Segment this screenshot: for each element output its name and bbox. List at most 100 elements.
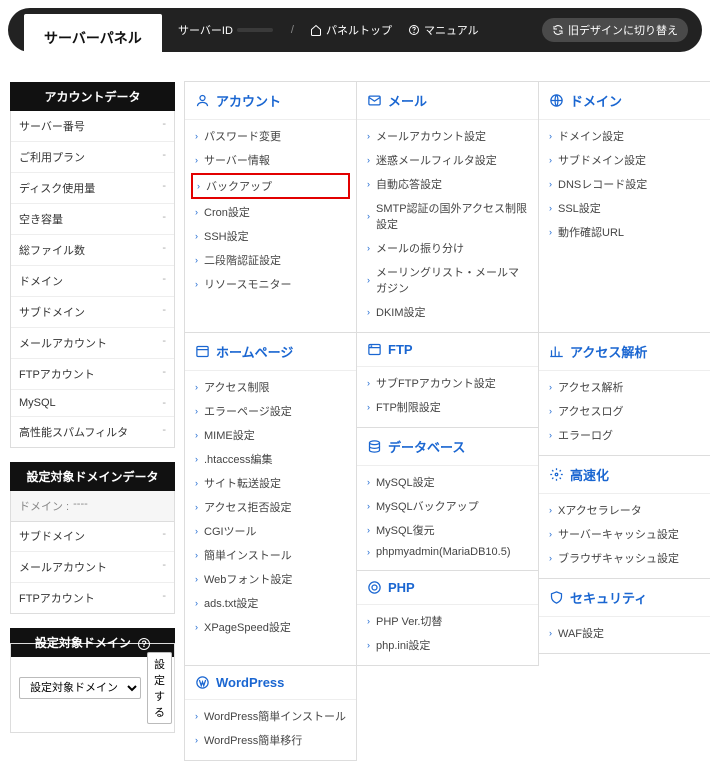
menu-item[interactable]: ›アクセス拒否設定 xyxy=(185,495,356,519)
sidebar-item[interactable]: ディスク使用量- xyxy=(11,172,174,203)
menu-item[interactable]: ›簡単インストール xyxy=(185,543,356,567)
menu-item[interactable]: ›リソースモニター xyxy=(185,272,356,296)
menu-item-label: バックアップ xyxy=(206,178,272,194)
chevron-right-icon: › xyxy=(367,477,370,487)
sidebar-item[interactable]: FTPアカウント- xyxy=(11,358,174,389)
menu-item[interactable]: ›ブラウザキャッシュ設定 xyxy=(539,546,710,570)
sidebar-target-action: 設定対象ドメイン 設定する xyxy=(10,643,175,733)
menu-item[interactable]: ›ads.txt設定 xyxy=(185,591,356,615)
sidebar-item[interactable]: サブドメイン- xyxy=(11,296,174,327)
menu-item[interactable]: ›MySQL復元 xyxy=(357,518,538,542)
menu-item[interactable]: ›Cron設定 xyxy=(185,200,356,224)
manual-link[interactable]: マニュアル xyxy=(408,22,479,38)
menu-item[interactable]: ›XPageSpeed設定 xyxy=(185,615,356,639)
menu-item[interactable]: › アクセスログ xyxy=(539,399,710,423)
menu-item[interactable]: ›迷惑メールフィルタ設定 xyxy=(357,148,538,172)
menu-item-label: アクセス拒否設定 xyxy=(204,499,291,515)
menu-item[interactable]: › ドメイン設定 xyxy=(539,124,710,148)
card-header-speed: 高速化 xyxy=(539,456,710,494)
menu-item[interactable]: ›メールの振り分け xyxy=(357,236,538,260)
menu-item[interactable]: ›DNSレコード設定 xyxy=(539,172,710,196)
menu-item-label: Cron設定 xyxy=(204,204,250,220)
card-title: PHP xyxy=(388,580,415,595)
panel-top-link[interactable]: パネルトップ xyxy=(310,22,392,38)
menu-item[interactable]: ›サブFTPアカウント設定 xyxy=(357,371,538,395)
menu-item[interactable]: ›FTP制限設定 xyxy=(357,395,538,419)
menu-item[interactable]: ›WordPress簡単インストール xyxy=(185,704,356,728)
menu-item-label: SSH設定 xyxy=(204,228,249,244)
menu-item-label: MIME設定 xyxy=(204,427,255,443)
sidebar-item[interactable]: サブドメイン- xyxy=(11,521,174,551)
chart-icon xyxy=(549,344,564,359)
server-id-label: サーバーID xyxy=(178,22,233,38)
menu-item[interactable]: ›PHP Ver.切替 xyxy=(357,609,538,633)
chevron-right-icon: › xyxy=(195,711,198,721)
menu-item-label: パスワード変更 xyxy=(204,128,281,144)
menu-item[interactable]: ›パスワード変更 xyxy=(185,124,356,148)
chevron-right-icon: › xyxy=(195,430,198,440)
card-title: ドメイン xyxy=(570,91,622,110)
menu-item[interactable]: ›WordPress簡単移行 xyxy=(185,728,356,752)
menu-item[interactable]: ›メールアカウント設定 xyxy=(357,124,538,148)
sidebar-item[interactable]: MySQL- xyxy=(11,389,174,416)
sidebar-item[interactable]: FTPアカウント- xyxy=(11,582,174,613)
sidebar-item[interactable]: 空き容量- xyxy=(11,203,174,234)
card-header-ftp: FTP xyxy=(357,333,538,367)
menu-item[interactable]: ›MySQLバックアップ xyxy=(357,494,538,518)
chevron-right-icon: › xyxy=(549,406,552,416)
menu-item-label: アクセスログ xyxy=(558,403,623,419)
sidebar-item[interactable]: ドメイン- xyxy=(11,265,174,296)
sidebar-item[interactable]: メールアカウント- xyxy=(11,551,174,582)
menu-item-label: phpmyadmin(MariaDB10.5) xyxy=(376,546,511,558)
menu-item[interactable]: ›サーバーキャッシュ設定 xyxy=(539,522,710,546)
menu-item[interactable]: › MIME設定 xyxy=(185,423,356,447)
help-badge-icon[interactable]: ? xyxy=(138,638,150,650)
menu-item[interactable]: ›SSL設定 xyxy=(539,196,710,220)
target-domain-select[interactable]: 設定対象ドメイン xyxy=(19,677,141,699)
menu-item[interactable]: ›WAF設定 xyxy=(539,621,710,645)
menu-item[interactable]: › アクセス解析 xyxy=(539,375,710,399)
menu-item[interactable]: ›MySQL設定 xyxy=(357,470,538,494)
menu-item[interactable]: ›CGIツール xyxy=(185,519,356,543)
menu-item[interactable]: ›サイト転送設定 xyxy=(185,471,356,495)
target-domain-set-button[interactable]: 設定する xyxy=(147,652,172,724)
sidebar-item[interactable]: サーバー番号- xyxy=(11,111,174,141)
card-domain: ドメイン › ドメイン設定 ›サブドメイン設定›DNSレコード設定›SSL設定›動作確… xyxy=(538,81,710,333)
menu-item[interactable]: ›動作確認URL xyxy=(539,220,710,244)
menu-item[interactable]: ›サーバー情報 xyxy=(185,148,356,172)
menu-item[interactable]: ›エラーログ xyxy=(539,423,710,447)
menu-item[interactable]: ›Xアクセラレータ xyxy=(539,498,710,522)
switch-design-button[interactable]: 旧デザインに切り替え xyxy=(542,18,688,42)
menu-item[interactable]: ›エラーページ設定 xyxy=(185,399,356,423)
sidebar-item[interactable]: メールアカウント- xyxy=(11,327,174,358)
menu-item-label: DNSレコード設定 xyxy=(558,176,647,192)
menu-item-label: アクセス解析 xyxy=(558,379,623,395)
menu-item[interactable]: ›SMTP認証の国外アクセス制限設定 xyxy=(357,196,538,236)
menu-item-label: ドメイン設定 xyxy=(558,128,624,144)
menu-item[interactable]: ›Webフォント設定 xyxy=(185,567,356,591)
chevron-right-icon: › xyxy=(195,255,198,265)
card-ftp: FTP ›サブFTPアカウント設定›FTP制限設定 xyxy=(356,332,539,428)
menu-item[interactable]: ›サブドメイン設定 xyxy=(539,148,710,172)
chevron-right-icon: › xyxy=(549,131,552,141)
menu-item[interactable]: ›アクセス制限 xyxy=(185,375,356,399)
menu-item[interactable]: ›メーリングリスト・メールマガジン xyxy=(357,260,538,300)
menu-item[interactable]: ›SSH設定 xyxy=(185,224,356,248)
chevron-right-icon: › xyxy=(549,382,552,392)
sidebar-item[interactable]: 総ファイル数- xyxy=(11,234,174,265)
sidebar-item[interactable]: 高性能スパムフィルタ- xyxy=(11,416,174,447)
card-title: FTP xyxy=(388,342,413,357)
menu-item[interactable]: ›.htaccess編集 xyxy=(185,447,356,471)
chevron-right-icon: › xyxy=(195,382,198,392)
menu-item[interactable]: ›自動応答設定 xyxy=(357,172,538,196)
menu-item[interactable]: ›DKIM設定 xyxy=(357,300,538,324)
sidebar-item[interactable]: ご利用プラン- xyxy=(11,141,174,172)
sidebar-domaindata-header: 設定対象ドメインデータ xyxy=(10,462,175,491)
menu-item-label: php.ini設定 xyxy=(376,637,430,653)
menu-item[interactable]: › バックアップ xyxy=(191,173,350,199)
chevron-right-icon: › xyxy=(197,181,200,191)
menu-item[interactable]: ›php.ini設定 xyxy=(357,633,538,657)
menu-item[interactable]: ›二段階認証設定 xyxy=(185,248,356,272)
menu-item[interactable]: › phpmyadmin(MariaDB10.5) xyxy=(357,542,538,562)
chevron-right-icon: › xyxy=(367,547,370,557)
